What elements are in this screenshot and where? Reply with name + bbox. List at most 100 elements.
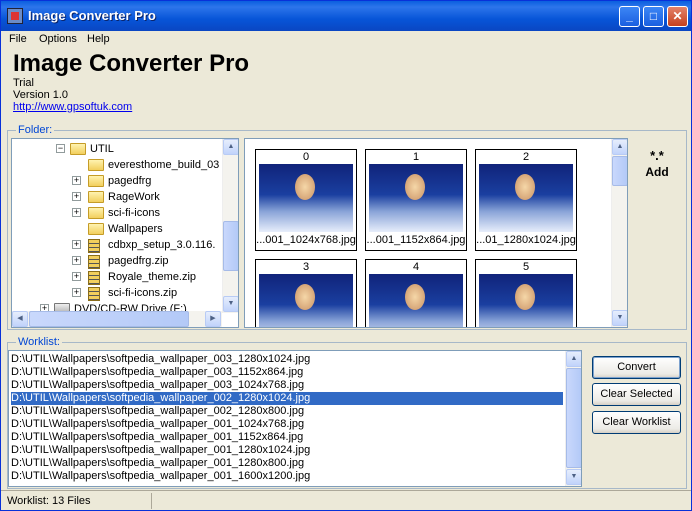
scroll-up-icon[interactable]: ▲	[612, 139, 627, 155]
folder-label: Folder:	[16, 124, 55, 136]
status-bar: Worklist: 13 Files	[1, 490, 691, 510]
close-button[interactable]: ✕	[667, 6, 688, 27]
maximize-button[interactable]: □	[643, 6, 664, 27]
zip-file-icon	[88, 239, 100, 253]
thumbnail-number: 3	[302, 261, 310, 273]
worklist-label: Worklist:	[16, 336, 62, 348]
thumbnail-scrollbar[interactable]: ▲ ▼	[611, 139, 627, 327]
thumbnail-image	[259, 274, 353, 327]
thumbnail-image	[259, 164, 353, 232]
tree-expander-icon[interactable]: +	[72, 272, 81, 281]
tree-horizontal-scrollbar[interactable]: ◀ ▶	[12, 311, 222, 327]
scroll-left-icon[interactable]: ◀	[12, 311, 28, 327]
worklist-row[interactable]: D:\UTIL\Wallpapers\softpedia_wallpaper_0…	[11, 379, 563, 392]
menu-options[interactable]: Options	[39, 33, 77, 45]
scroll-thumb[interactable]	[223, 221, 238, 271]
tree-expander-icon[interactable]: −	[56, 144, 65, 153]
thumbnail-image	[369, 164, 463, 232]
image-thumbnail[interactable]: 1 ...001_1152x864.jpg	[365, 149, 467, 251]
menu-bar: File Options Help	[1, 31, 691, 49]
folder-icon	[88, 159, 104, 171]
website-link[interactable]: http://www.gpsoftuk.com	[13, 101, 249, 113]
scroll-down-icon[interactable]: ▼	[566, 469, 581, 485]
tree-item-label[interactable]: everesthome_build_03	[108, 157, 219, 173]
clear-selected-button[interactable]: Clear Selected	[592, 383, 681, 406]
thumbnail-number: 4	[412, 261, 420, 273]
thumbnail-view[interactable]: 0 ...001_1024x768.jpg 1 ...001_1152x864.jpg…	[244, 138, 628, 328]
worklist-listbox[interactable]: D:\UTIL\Wallpapers\softpedia_wallpaper_0…	[8, 350, 582, 487]
worklist-row[interactable]: D:\UTIL\Wallpapers\softpedia_wallpaper_0…	[11, 431, 563, 444]
app-icon	[7, 8, 23, 24]
worklist-row[interactable]: D:\UTIL\Wallpapers\softpedia_wallpaper_0…	[11, 405, 563, 418]
worklist-row[interactable]: D:\UTIL\Wallpapers\softpedia_wallpaper_0…	[11, 457, 563, 470]
scroll-up-icon[interactable]: ▲	[566, 351, 581, 367]
scroll-right-icon[interactable]: ▶	[205, 311, 221, 327]
tree-item-label[interactable]: sci-fi-icons.zip	[108, 285, 177, 301]
folder-icon	[70, 143, 86, 155]
worklist-row[interactable]: D:\UTIL\Wallpapers\softpedia_wallpaper_0…	[11, 444, 563, 457]
thumbnail-number: 5	[522, 261, 530, 273]
folder-icon	[88, 207, 104, 219]
tree-expander-icon[interactable]: +	[72, 208, 81, 217]
image-thumbnail[interactable]: 0 ...001_1024x768.jpg	[255, 149, 357, 251]
folder-icon	[88, 175, 104, 187]
tree-expander-icon[interactable]: +	[72, 288, 81, 297]
scroll-up-icon[interactable]: ▲	[223, 139, 238, 155]
menu-help[interactable]: Help	[87, 33, 110, 45]
image-thumbnail[interactable]: 2 ...01_1280x1024.jpg	[475, 149, 577, 251]
tree-vertical-scrollbar[interactable]: ▲ ▼	[222, 139, 238, 313]
add-label: Add	[645, 165, 669, 179]
scroll-thumb[interactable]	[612, 156, 627, 186]
image-thumbnail[interactable]: 5	[475, 259, 577, 327]
zip-file-icon	[88, 287, 100, 301]
add-button[interactable]: *.* Add	[635, 149, 679, 181]
status-text: Worklist: 13 Files	[7, 495, 91, 507]
tree-item-label[interactable]: Wallpapers	[108, 221, 163, 237]
hscroll-thumb[interactable]	[29, 311, 189, 327]
folder-tree[interactable]: − UTIL everesthome_build_03 + pagedfrg + RageW…	[11, 138, 239, 328]
worklist-row[interactable]: D:\UTIL\Wallpapers\softpedia_wallpaper_0…	[11, 392, 563, 405]
image-thumbnail[interactable]: 3	[255, 259, 357, 327]
thumbnail-number: 1	[412, 151, 420, 163]
thumbnail-image	[479, 164, 573, 232]
thumbnail-caption: ...01_1280x1024.jpg	[476, 234, 576, 246]
scroll-thumb[interactable]	[566, 368, 581, 468]
worklist-row[interactable]: D:\UTIL\Wallpapers\softpedia_wallpaper_0…	[11, 353, 563, 366]
folder-icon	[88, 223, 104, 235]
tree-item-label[interactable]: cdbxp_setup_3.0.116.	[108, 237, 215, 253]
thumbnail-number: 2	[522, 151, 530, 163]
thumbnail-number: 0	[302, 151, 310, 163]
tree-item-label[interactable]: pagedfrg	[108, 173, 151, 189]
wildcard-label: *.*	[650, 148, 664, 163]
tree-item-label[interactable]: sci-fi-icons	[108, 205, 160, 221]
worklist-scrollbar[interactable]: ▲ ▼	[565, 351, 581, 486]
tree-expander-icon[interactable]: +	[72, 256, 81, 265]
folder-icon	[88, 191, 104, 203]
thumbnail-caption: ...001_1024x768.jpg	[256, 234, 356, 246]
worklist-row[interactable]: D:\UTIL\Wallpapers\softpedia_wallpaper_0…	[11, 366, 563, 379]
status-divider	[151, 493, 152, 509]
convert-button[interactable]: Convert	[592, 356, 681, 379]
clear-worklist-button[interactable]: Clear Worklist	[592, 411, 681, 434]
tree-item-label[interactable]: UTIL	[90, 141, 114, 157]
thumbnail-image	[369, 274, 463, 327]
menu-file[interactable]: File	[9, 33, 27, 45]
app-header: Image Converter Pro Trial Version 1.0 ht…	[13, 51, 249, 114]
tree-item-label[interactable]: RageWork	[108, 189, 160, 205]
worklist-row[interactable]: D:\UTIL\Wallpapers\softpedia_wallpaper_0…	[11, 470, 563, 483]
main-window: Image Converter Pro _ □ ✕ File Options H…	[0, 0, 692, 511]
edition-label: Trial	[13, 77, 34, 89]
zip-file-icon	[88, 255, 100, 269]
tree-item-label[interactable]: pagedfrg.zip	[108, 253, 169, 269]
minimize-button[interactable]: _	[619, 6, 640, 27]
tree-expander-icon[interactable]: +	[72, 192, 81, 201]
image-thumbnail[interactable]: 4	[365, 259, 467, 327]
version-label: Version 1.0	[13, 89, 69, 101]
title-bar[interactable]: Image Converter Pro _ □ ✕	[1, 1, 691, 31]
tree-item-label[interactable]: Royale_theme.zip	[108, 269, 196, 285]
tree-expander-icon[interactable]: +	[72, 176, 81, 185]
tree-expander-icon[interactable]: +	[72, 240, 81, 249]
worklist-row[interactable]: D:\UTIL\Wallpapers\softpedia_wallpaper_0…	[11, 418, 563, 431]
scroll-down-icon[interactable]: ▼	[612, 310, 627, 326]
scroll-down-icon[interactable]: ▼	[223, 296, 238, 312]
